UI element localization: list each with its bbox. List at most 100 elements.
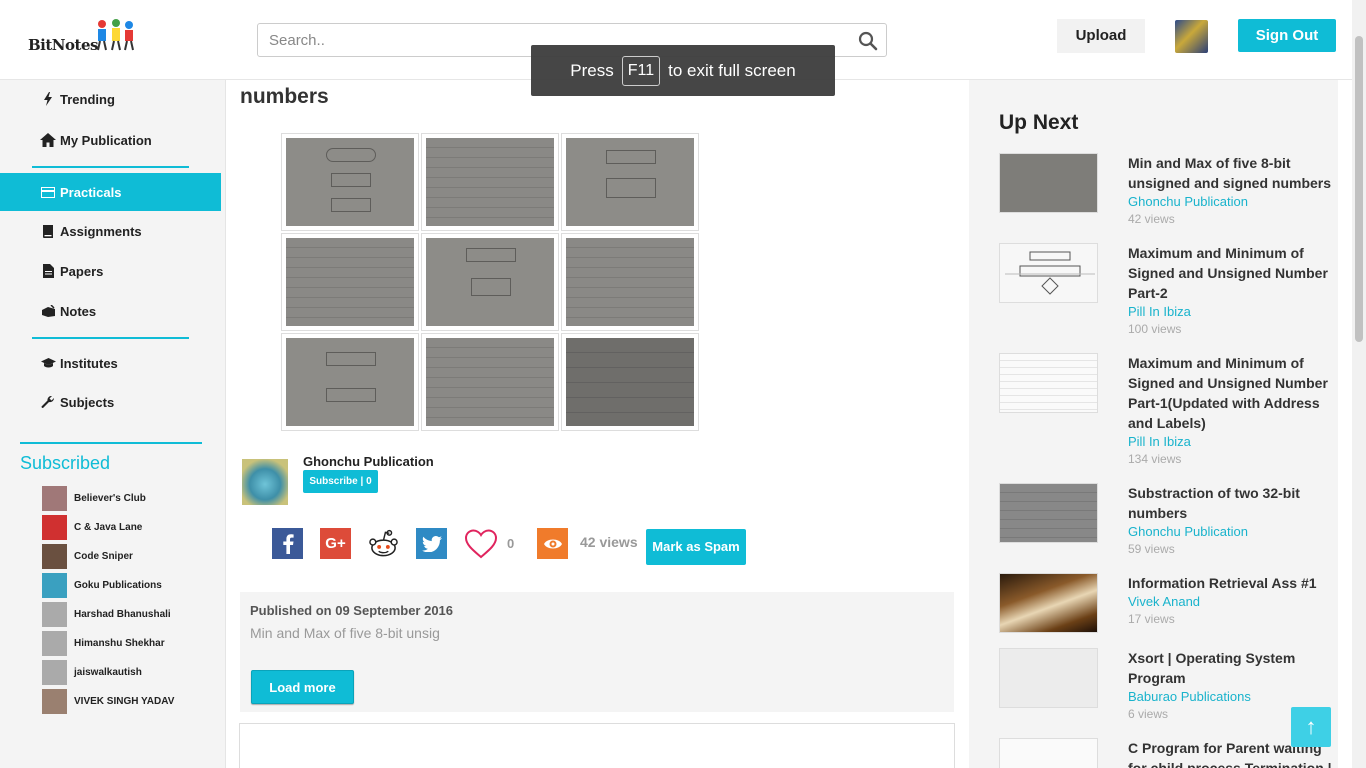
nav-trending[interactable]: Trending [0, 80, 221, 118]
channel-avatar [42, 486, 67, 511]
page-thumbnail[interactable] [281, 133, 419, 231]
channel-avatar [42, 573, 67, 598]
up-next-title[interactable]: Substraction of two 32-bit numbers [1128, 483, 1338, 523]
left-sidebar: Trending My Publication Practicals Assig… [0, 80, 226, 768]
nav-subjects-label: Subjects [60, 394, 115, 410]
page-thumbnail[interactable] [421, 133, 559, 231]
subscribed-item[interactable]: Code Sniper [42, 544, 133, 569]
up-next-thumbnail[interactable] [999, 353, 1098, 413]
subscribed-item[interactable]: Himanshu Shekhar [42, 631, 165, 656]
nav-assignments-label: Assignments [60, 223, 142, 239]
page-thumbnail[interactable] [421, 333, 559, 431]
nav-institutes[interactable]: Institutes [0, 344, 221, 382]
up-next-panel: Up Next Min and Max of five 8-bit unsign… [969, 80, 1338, 768]
views-count: 42 views [580, 534, 638, 550]
toast-key: F11 [621, 55, 661, 86]
up-next-thumbnail[interactable] [999, 153, 1098, 213]
up-next-publisher[interactable]: Vivek Anand [1128, 594, 1200, 609]
nav-practicals[interactable]: Practicals [0, 173, 221, 211]
sign-out-button[interactable]: Sign Out [1238, 19, 1336, 52]
subscribed-item[interactable]: Goku Publications [42, 573, 162, 598]
scroll-to-top-button[interactable]: ↑ [1291, 707, 1331, 747]
user-avatar[interactable] [1175, 20, 1208, 53]
facebook-share-button[interactable] [272, 528, 303, 559]
page-thumbnail[interactable] [561, 233, 699, 331]
channel-avatar [42, 660, 67, 685]
publisher-avatar[interactable] [242, 459, 288, 505]
eye-icon [543, 539, 562, 548]
nav-institutes-label: Institutes [60, 355, 118, 371]
upload-button[interactable]: Upload [1057, 19, 1145, 53]
up-next-title[interactable]: Information Retrieval Ass #1 [1128, 573, 1338, 593]
channel-avatar [42, 631, 67, 656]
up-next-heading: Up Next [999, 111, 1079, 134]
up-next-publisher[interactable]: Pill In Ibiza [1128, 304, 1191, 319]
up-next-title[interactable]: Maximum and Minimum of Signed and Unsign… [1128, 243, 1338, 303]
views-icon-box [537, 528, 568, 559]
nav-my-publication-label: My Publication [60, 132, 152, 148]
up-next-publisher[interactable]: Pill In Ibiza [1128, 434, 1191, 449]
nav-my-publication[interactable]: My Publication [0, 121, 221, 159]
subscribed-item[interactable]: VIVEK SINGH YADAV [42, 689, 174, 714]
reddit-share-button[interactable] [368, 528, 399, 559]
publisher-name[interactable]: Ghonchu Publication [303, 454, 434, 469]
subscribed-item[interactable]: jaiswalkautish [42, 660, 142, 685]
reddit-icon [369, 529, 398, 556]
main-content: numbers Ghonchu Publication Subscribe | … [226, 80, 969, 768]
up-next-views: 59 views [1128, 542, 1175, 556]
subscribed-item-name: Goku Publications [74, 580, 162, 591]
heart-icon [464, 528, 498, 558]
logo-text: BitNotes [28, 36, 98, 54]
subscribed-item[interactable]: C & Java Lane [42, 515, 142, 540]
up-next-publisher[interactable]: Ghonchu Publication [1128, 524, 1248, 539]
page-thumbnail[interactable] [561, 333, 699, 431]
subscribed-item[interactable]: Believer's Club [42, 486, 146, 511]
up-next-thumbnail[interactable] [999, 243, 1098, 303]
scrollbar-thumb[interactable] [1355, 36, 1363, 342]
up-next-title[interactable]: Min and Max of five 8-bit unsigned and s… [1128, 153, 1338, 193]
subscribed-item[interactable]: Harshad Bhanushali [42, 602, 171, 627]
page-thumbnail[interactable] [421, 233, 559, 331]
up-next-publisher[interactable]: Baburao Publications [1128, 689, 1251, 704]
nav-papers[interactable]: Papers [0, 252, 221, 290]
nav-separator [32, 166, 189, 168]
page-thumbnail[interactable] [561, 133, 699, 231]
bitnotes-logo[interactable]: BitNotes [28, 18, 138, 58]
subscribed-item-name: Harshad Bhanushali [74, 609, 171, 620]
channel-avatar [42, 544, 67, 569]
page-thumbnail[interactable] [281, 333, 419, 431]
up-next-thumbnail[interactable] [999, 483, 1098, 543]
nav-notes-label: Notes [60, 303, 97, 319]
up-next-title[interactable]: Maximum and Minimum of Signed and Unsign… [1128, 353, 1338, 433]
like-button[interactable] [464, 528, 498, 559]
subscribe-button[interactable]: Subscribe | 0 [303, 470, 378, 493]
load-more-button[interactable]: Load more [251, 670, 354, 704]
page-scrollbar[interactable] [1352, 0, 1366, 768]
up-next-views: 42 views [1128, 212, 1175, 226]
toast-suffix: to exit full screen [668, 60, 796, 80]
nav-separator [32, 337, 189, 339]
twitter-share-button[interactable] [416, 528, 447, 559]
subscribed-separator [20, 442, 202, 444]
up-next-thumbnail[interactable] [999, 738, 1098, 768]
up-next-thumbnail[interactable] [999, 573, 1098, 633]
channel-avatar [42, 515, 67, 540]
up-next-thumbnail[interactable] [999, 648, 1098, 708]
comments-box [239, 723, 955, 768]
mark-as-spam-button[interactable]: Mark as Spam [646, 529, 746, 565]
up-next-views: 6 views [1128, 707, 1169, 721]
up-next-views: 134 views [1128, 452, 1182, 466]
nav-notes[interactable]: Notes [0, 292, 221, 330]
nav-assignments[interactable]: Assignments [0, 212, 221, 250]
published-date: Published on 09 September 2016 [250, 603, 454, 618]
search-icon[interactable] [858, 31, 878, 51]
nav-papers-label: Papers [60, 263, 104, 279]
channel-avatar [42, 602, 67, 627]
page-thumbnail[interactable] [281, 233, 419, 331]
up-next-title[interactable]: Xsort | Operating System Program [1128, 648, 1338, 688]
google-plus-share-button[interactable]: G+ [320, 528, 351, 559]
graduation-cap-icon [40, 355, 56, 371]
document-title: numbers [240, 85, 329, 108]
nav-subjects[interactable]: Subjects [0, 383, 221, 421]
up-next-publisher[interactable]: Ghonchu Publication [1128, 194, 1248, 209]
